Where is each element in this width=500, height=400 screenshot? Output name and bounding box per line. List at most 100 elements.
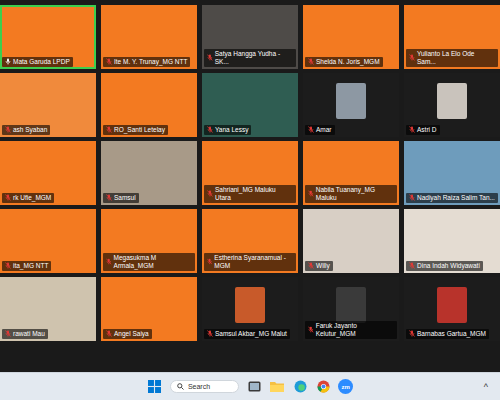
- muted-mic-icon: [5, 126, 11, 133]
- participant-name: Ite M. Y. Trunay_MG NTT: [114, 58, 187, 66]
- participant-tile[interactable]: Angel Saiya: [101, 277, 197, 341]
- participant-tile[interactable]: Astri D: [404, 73, 500, 137]
- muted-mic-icon: [409, 126, 415, 133]
- muted-mic-icon: [409, 54, 415, 61]
- muted-mic-icon: [409, 262, 415, 269]
- participant-name-tag: Faruk Jayanto Kelutur_MGM: [305, 321, 397, 339]
- participant-name-tag: ita_MG NTT: [2, 261, 51, 271]
- participant-name: ash Syaban: [13, 126, 47, 134]
- profile-photo: [437, 287, 467, 323]
- participant-name-tag: Samsul: [103, 193, 139, 203]
- mic-icon: [5, 58, 11, 65]
- participant-name-tag: Nabila Tuanany_MG Maluku: [305, 185, 397, 203]
- participant-name: Faruk Jayanto Kelutur_MGM: [316, 322, 394, 338]
- muted-mic-icon: [5, 330, 11, 337]
- participant-tile[interactable]: Nabila Tuanany_MG Maluku: [303, 141, 399, 205]
- participant-tile[interactable]: Samsul: [101, 141, 197, 205]
- taskbar: Search zm ^: [0, 372, 500, 400]
- participant-name: Shelda N. Joris_MGM: [316, 58, 380, 66]
- participant-tile[interactable]: Nadiyah Raiza Salim Tan...: [404, 141, 500, 205]
- participant-tile[interactable]: Megasukma M Armala_MGM: [101, 209, 197, 273]
- muted-mic-icon: [409, 330, 415, 337]
- participant-name: Barnabas Gartua_MGM: [417, 330, 486, 338]
- participant-name: RO_Santi Letelay: [114, 126, 165, 134]
- participant-name-tag: Yana Lessy: [204, 125, 251, 135]
- participant-tile[interactable]: rk Ufie_MGM: [0, 141, 96, 205]
- muted-mic-icon: [308, 326, 314, 333]
- muted-mic-icon: [308, 190, 314, 197]
- task-view-icon[interactable]: [246, 379, 262, 395]
- profile-photo: [235, 287, 265, 323]
- participant-name-tag: ash Syaban: [2, 125, 50, 135]
- profile-photo: [336, 287, 366, 323]
- participant-name: Mata Garuda LPDP: [13, 58, 70, 66]
- tray-chevron[interactable]: ^: [484, 382, 492, 392]
- file-explorer-icon[interactable]: [269, 379, 285, 395]
- participant-name: Estherina Syaranamual - MGM: [214, 254, 293, 270]
- participant-tile[interactable]: Ite M. Y. Trunay_MG NTT: [101, 5, 197, 69]
- participant-name: ita_MG NTT: [13, 262, 48, 270]
- participant-name-tag: Samsul Akbar_MG Malut: [204, 329, 290, 339]
- participant-name-tag: Ite M. Y. Trunay_MG NTT: [103, 57, 190, 67]
- participant-tile[interactable]: Yana Lessy: [202, 73, 298, 137]
- participant-name: Astri D: [417, 126, 437, 134]
- participant-name: Samsul: [114, 194, 136, 202]
- participant-name-tag: Dina Indah Widyawati: [406, 261, 483, 271]
- participant-tile[interactable]: Satya Hangga Yudha - SK...: [202, 5, 298, 69]
- start-icon[interactable]: [147, 379, 163, 395]
- muted-mic-icon: [308, 126, 314, 133]
- profile-photo: [336, 83, 366, 119]
- participant-tile[interactable]: Mata Garuda LPDP: [0, 5, 96, 69]
- chrome-icon[interactable]: [315, 379, 331, 395]
- zoom-meeting-screen: Mata Garuda LPDP Ite M. Y. Trunay_MG NTT S…: [0, 0, 500, 400]
- participant-name-tag: Mata Garuda LPDP: [2, 57, 73, 67]
- search-box[interactable]: Search: [170, 380, 239, 393]
- participant-name-tag: Willy: [305, 261, 333, 271]
- participant-name-tag: Yulianto La Elo Ode Sam...: [406, 49, 498, 67]
- participant-tile[interactable]: Amar: [303, 73, 399, 137]
- participant-tile[interactable]: Shelda N. Joris_MGM: [303, 5, 399, 69]
- participant-tile[interactable]: Faruk Jayanto Kelutur_MGM: [303, 277, 399, 341]
- participant-name: Yana Lessy: [215, 126, 248, 134]
- participant-name: Satya Hangga Yudha - SK...: [215, 50, 293, 66]
- participant-name-tag: Shelda N. Joris_MGM: [305, 57, 383, 67]
- participant-tile[interactable]: Sahriani_MG Maluku Utara: [202, 141, 298, 205]
- muted-mic-icon: [106, 126, 112, 133]
- participant-name-tag: Barnabas Gartua_MGM: [406, 329, 489, 339]
- profile-photo: [437, 83, 467, 119]
- participant-tile[interactable]: rawati Mau: [0, 277, 96, 341]
- participant-name-tag: rk Ufie_MGM: [2, 193, 54, 203]
- participant-name: rawati Mau: [13, 330, 45, 338]
- gallery-view: Mata Garuda LPDP Ite M. Y. Trunay_MG NTT S…: [0, 0, 500, 372]
- participant-name-tag: Nadiyah Raiza Salim Tan...: [406, 193, 498, 203]
- muted-mic-icon: [409, 194, 415, 201]
- participant-tile[interactable]: Yulianto La Elo Ode Sam...: [404, 5, 500, 69]
- participant-tile[interactable]: Willy: [303, 209, 399, 273]
- edge-icon[interactable]: [292, 379, 308, 395]
- participant-tile[interactable]: ita_MG NTT: [0, 209, 96, 273]
- participant-name: Megasukma M Armala_MGM: [114, 254, 192, 270]
- zoom-app-icon[interactable]: zm: [338, 379, 353, 394]
- participant-name-tag: Astri D: [406, 125, 440, 135]
- muted-mic-icon: [207, 330, 213, 337]
- muted-mic-icon: [106, 194, 112, 201]
- participant-name-tag: Satya Hangga Yudha - SK...: [204, 49, 296, 67]
- participant-name-tag: Sahriani_MG Maluku Utara: [204, 185, 296, 203]
- participant-tile[interactable]: RO_Santi Letelay: [101, 73, 197, 137]
- participant-name: Nadiyah Raiza Salim Tan...: [417, 194, 495, 202]
- participant-name: Samsul Akbar_MG Malut: [215, 330, 287, 338]
- participant-tile[interactable]: ash Syaban: [0, 73, 96, 137]
- participant-name: Nabila Tuanany_MG Maluku: [316, 186, 394, 202]
- participant-name-tag: Megasukma M Armala_MGM: [103, 253, 195, 271]
- participant-name-tag: Estherina Syaranamual - MGM: [204, 253, 296, 271]
- muted-mic-icon: [308, 58, 314, 65]
- search-icon: [177, 383, 184, 390]
- participant-tile[interactable]: Barnabas Gartua_MGM: [404, 277, 500, 341]
- muted-mic-icon: [5, 262, 11, 269]
- muted-mic-icon: [5, 194, 11, 201]
- participant-tile[interactable]: Dina Indah Widyawati: [404, 209, 500, 273]
- participant-name-tag: Angel Saiya: [103, 329, 152, 339]
- participant-tile[interactable]: Samsul Akbar_MG Malut: [202, 277, 298, 341]
- muted-mic-icon: [106, 58, 112, 65]
- participant-tile[interactable]: Estherina Syaranamual - MGM: [202, 209, 298, 273]
